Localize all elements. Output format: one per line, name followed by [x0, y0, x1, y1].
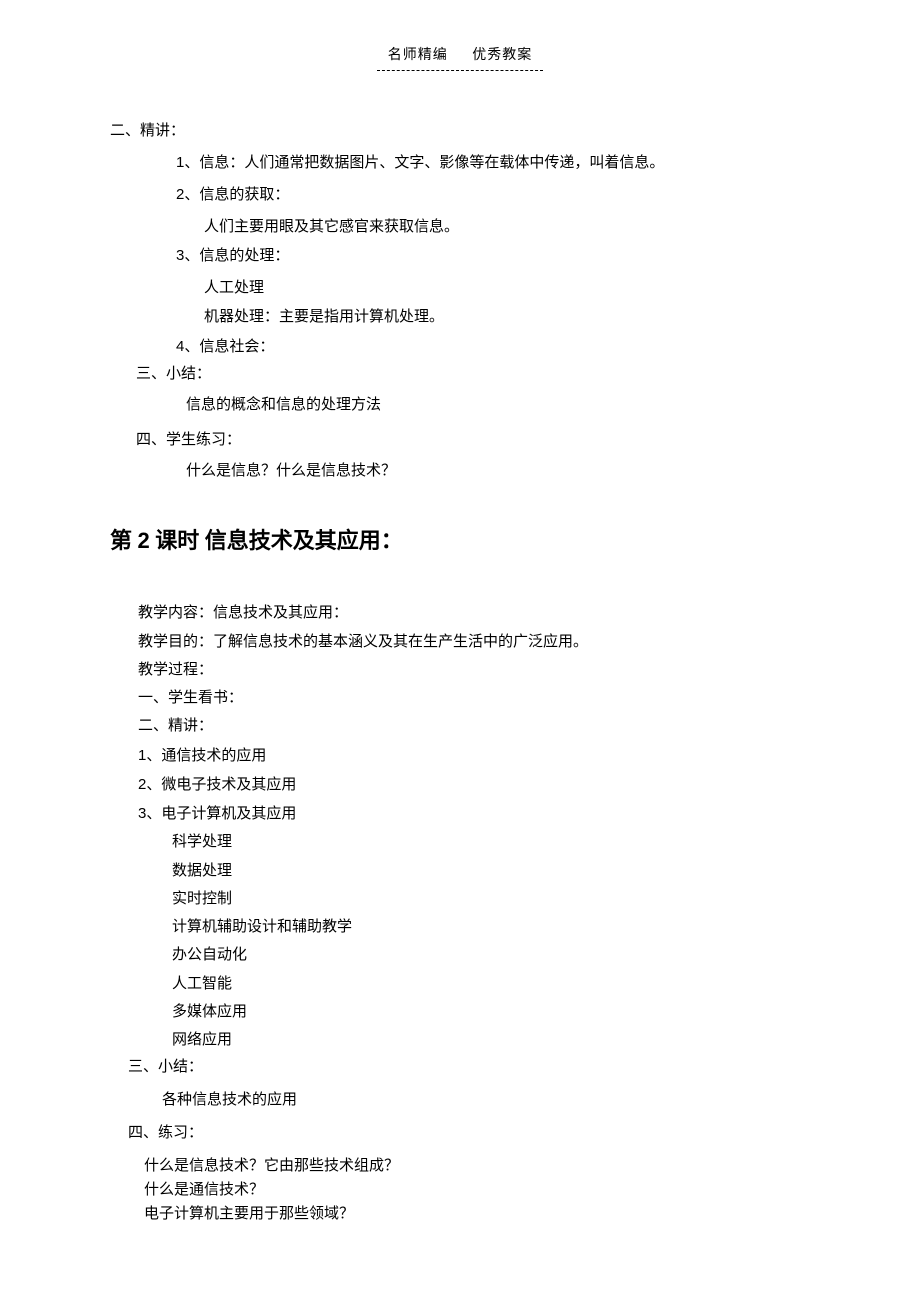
exercise-3: 电子计算机主要用于那些领域？	[144, 1202, 810, 1226]
sub-e: 办公自动化	[172, 944, 810, 967]
page-header: 名师精编 优秀教案	[110, 46, 810, 66]
point-4: 4、信息社会：	[176, 335, 810, 359]
section2-xiaojie-body: 各种信息技术的应用	[162, 1090, 810, 1111]
lesson-2-body: 教学内容：信息技术及其应用： 教学目的：了解信息技术的基本涵义及其在生产生活中的…	[138, 602, 810, 1052]
point-1-text: 、信息：人们通常把数据图片、文字、影像等在载体中传递，叫着信息。	[184, 155, 664, 171]
tech-1-text: 、通信技术的应用	[146, 748, 266, 764]
xiaojie-body: 信息的概念和信息的处理方法	[186, 395, 810, 416]
section-jingjiang-heading: 二、精讲：	[110, 121, 810, 142]
sub-g: 多媒体应用	[172, 1001, 810, 1024]
sub-d: 计算机辅助设计和辅助教学	[172, 916, 810, 939]
title-post: 课时 信息技术及其应用：	[150, 528, 403, 553]
exercise-2: 什么是通信技术？	[144, 1178, 810, 1202]
point-3-text: 、信息的处理：	[184, 248, 289, 264]
point-3a: 人工处理	[204, 277, 810, 300]
title-num: 2	[138, 528, 150, 553]
step-read: 一、学生看书：	[138, 687, 810, 710]
tech-3: 3、电子计算机及其应用	[138, 802, 810, 826]
section-xiaojie-heading: 三、小结：	[136, 364, 810, 385]
sub-f: 人工智能	[172, 973, 810, 996]
teaching-goal: 教学目的：了解信息技术的基本涵义及其在生产生活中的广泛应用。	[138, 631, 810, 654]
header-right: 优秀教案	[472, 48, 532, 63]
exercise-1: 什么是信息技术？它由那些技术组成？	[144, 1154, 810, 1178]
sub-a: 科学处理	[172, 831, 810, 854]
step-jingjiang: 二、精讲：	[138, 715, 810, 738]
point-2: 2、信息的获取：	[176, 184, 810, 206]
title-pre: 第	[110, 528, 138, 553]
point-4-text: 、信息社会：	[184, 339, 274, 355]
document-page: 名师精编 优秀教案 二、精讲： 1、信息：人们通常把数据图片、文字、影像等在载体…	[0, 0, 920, 1286]
lianxi-body: 什么是信息？什么是信息技术？	[186, 461, 810, 482]
tech-1: 1、通信技术的应用	[138, 744, 810, 768]
header-underline	[377, 70, 543, 71]
sub-c: 实时控制	[172, 888, 810, 911]
tech-2: 2、微电子技术及其应用	[138, 773, 810, 797]
point-3: 3、信息的处理：	[176, 245, 810, 267]
point-1: 1、信息：人们通常把数据图片、文字、影像等在载体中传递，叫着信息。	[176, 152, 810, 174]
sub-h: 网络应用	[172, 1029, 810, 1052]
header-left: 名师精编	[388, 48, 448, 63]
section2-xiaojie-heading: 三、小结：	[128, 1057, 810, 1078]
tech-3-text: 、电子计算机及其应用	[146, 806, 296, 822]
section2-lianxi-heading: 四、练习：	[128, 1123, 810, 1144]
point-3b: 机器处理：主要是指用计算机处理。	[204, 306, 810, 329]
sub-b: 数据处理	[172, 860, 810, 883]
tech-2-text: 、微电子技术及其应用	[146, 777, 296, 793]
section-lianxi-heading: 四、学生练习：	[136, 430, 810, 451]
teaching-process: 教学过程：	[138, 659, 810, 682]
point-2-text: 、信息的获取：	[184, 187, 289, 203]
point-2-body: 人们主要用眼及其它感官来获取信息。	[204, 216, 810, 239]
lesson-2-title: 第 2 课时 信息技术及其应用：	[110, 526, 810, 557]
teaching-content: 教学内容：信息技术及其应用：	[138, 602, 810, 625]
